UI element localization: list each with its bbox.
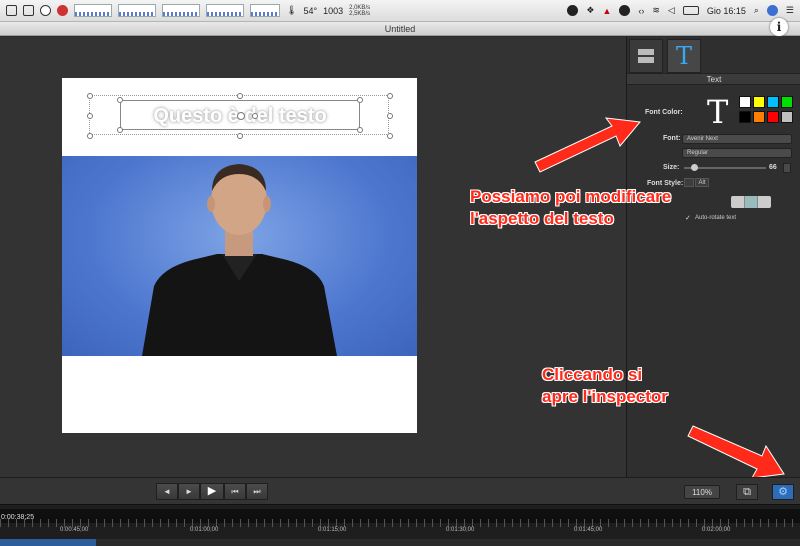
- zoom-popup[interactable]: 110%: [684, 485, 720, 499]
- prev-frame-button[interactable]: ◄: [156, 483, 178, 500]
- annotation-inspector-line1: Cliccando si: [542, 365, 643, 384]
- timeline-label: 0:01:30;00: [446, 527, 475, 533]
- timeline-track[interactable]: [0, 539, 800, 546]
- timeline-label: 0:01:45;00: [574, 527, 603, 533]
- timeline-ticks: [0, 519, 800, 527]
- timeline-label: 0:02:00;00: [702, 527, 731, 533]
- annotation-modify-line2: l'aspetto del testo: [470, 209, 614, 228]
- crop-icon[interactable]: ⧉: [736, 484, 758, 500]
- annotation-modify-line1: Possiamo poi modificare: [470, 187, 672, 206]
- timeline-labels: 0:00:45;00 0:01:00;00 0:01:15;00 0:01:30…: [0, 527, 800, 537]
- timeline-label: 0:01:15;00: [318, 527, 347, 533]
- annotation-arrows: [534, 117, 785, 479]
- next-frame-button[interactable]: ►: [178, 483, 200, 500]
- timeline-clip[interactable]: [0, 539, 96, 546]
- transport-buttons: ◄ ► ▶ ⏮ ⏭: [156, 483, 268, 500]
- timeline-label: 0:00:45;00: [60, 527, 89, 533]
- timeline-label: 0:01:00;00: [190, 527, 219, 533]
- arrow-to-inspector: [687, 425, 785, 479]
- play-button[interactable]: ▶: [200, 483, 224, 500]
- inspector-gear-icon[interactable]: ⚙: [772, 484, 794, 500]
- annotation-modify: Possiamo poi modificare l'aspetto del te…: [470, 186, 671, 230]
- arrow-to-font: [534, 117, 641, 173]
- annotation-inspector-line2: apre l'inspector: [542, 387, 668, 406]
- annotation-inspector: Cliccando si apre l'inspector: [542, 364, 668, 408]
- skip-forward-button[interactable]: ⏭: [246, 483, 268, 500]
- timeline[interactable]: 0:00:38;25 0:00:45;00 0:01:00;00 0:01:15…: [0, 504, 800, 546]
- skip-back-button[interactable]: ⏮: [224, 483, 246, 500]
- playback-controls: ◄ ► ▶ ⏮ ⏭ 110% ⧉ ⚙: [0, 477, 800, 504]
- app-window: 🌡 54° 1003 2,0KB/s 2,5KB/s ❖ ▲ ‹› ≋ ◁ Gi…: [0, 0, 800, 546]
